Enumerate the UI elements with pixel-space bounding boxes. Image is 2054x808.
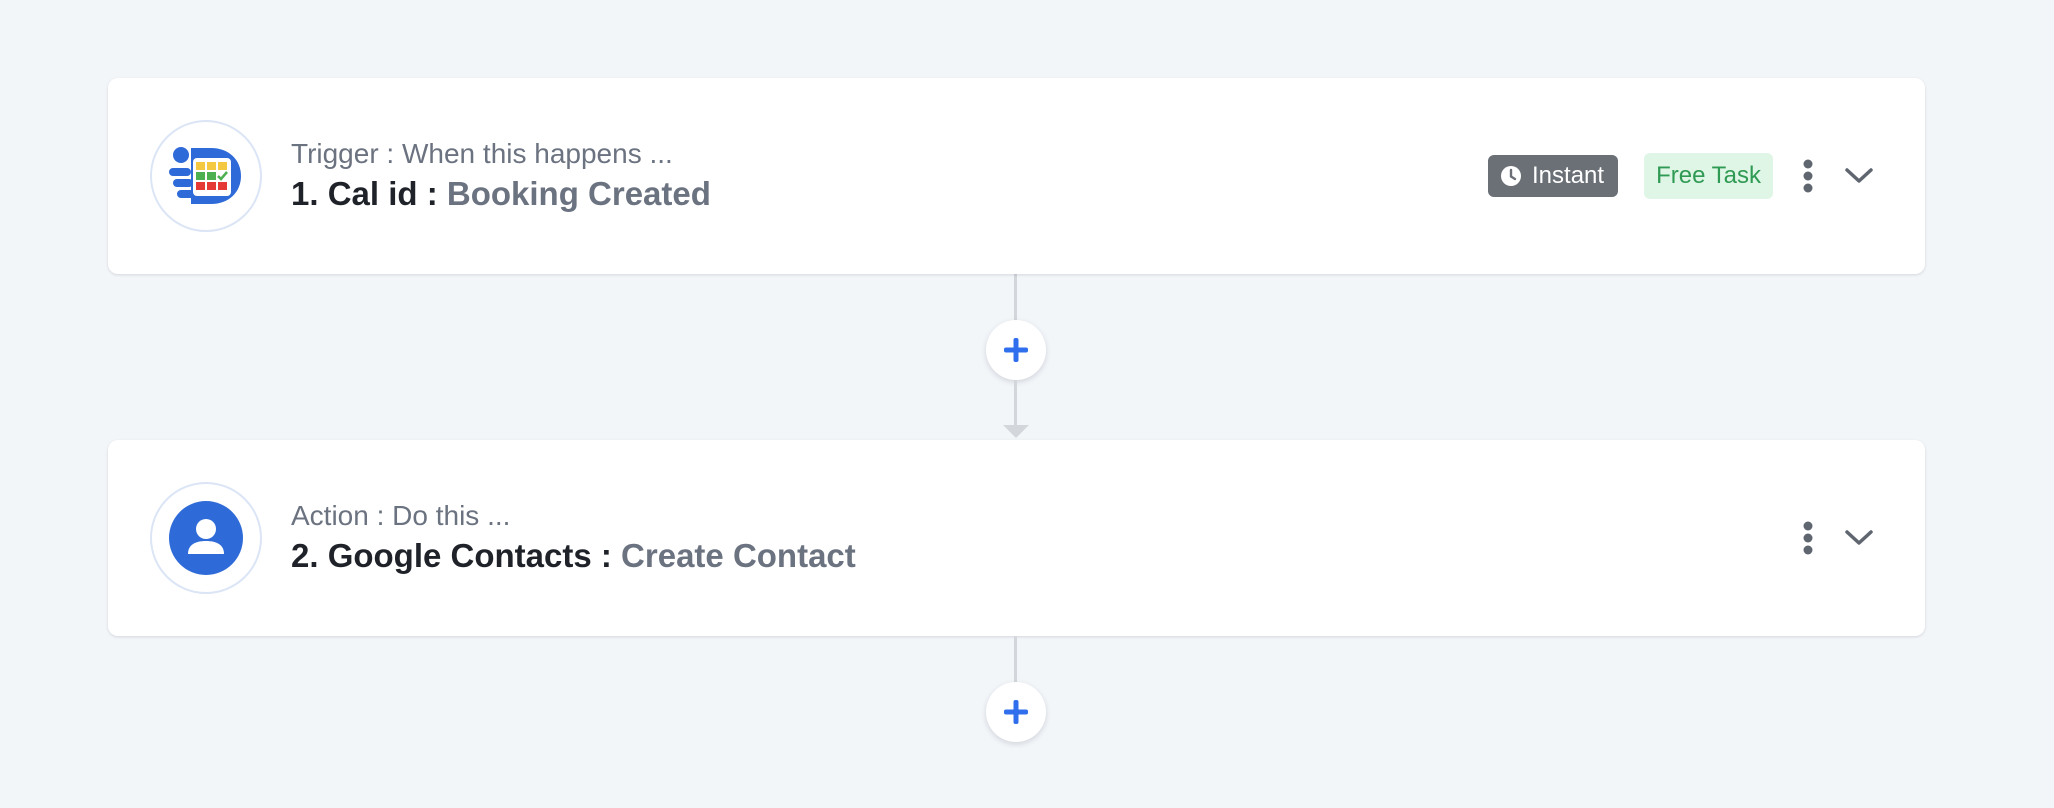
instant-badge-label: Instant	[1532, 162, 1605, 189]
cal-id-logo-icon	[169, 147, 241, 204]
step-type-label: Trigger : When this happens ...	[291, 138, 673, 169]
action-step-card[interactable]: Action : Do this ... 2. Google Contacts …	[108, 440, 1925, 636]
step-app-name: 1. Cal id :	[291, 175, 438, 212]
cal-id-app-icon	[150, 120, 262, 232]
add-step-button[interactable]	[986, 320, 1046, 380]
step-type-label: Action : Do this ...	[291, 500, 511, 531]
plus-icon	[1004, 338, 1028, 362]
plus-icon	[1004, 700, 1028, 724]
clock-icon	[1500, 165, 1522, 187]
connector-line-bottom	[1014, 636, 1017, 684]
google-contacts-logo-icon	[169, 501, 243, 575]
connector-arrow	[1003, 425, 1029, 438]
connector-line-middle	[1014, 380, 1017, 426]
step-event-name: Create Contact	[621, 537, 856, 574]
add-step-button[interactable]	[986, 682, 1046, 742]
more-options-button[interactable]	[1793, 518, 1823, 558]
chevron-down-icon	[1845, 530, 1873, 545]
vertical-dots-icon	[1803, 521, 1813, 555]
vertical-dots-icon	[1803, 159, 1813, 193]
chevron-down-icon	[1845, 168, 1873, 183]
step-title: 2. Google Contacts : Create Contact	[291, 536, 856, 576]
expand-step-button[interactable]	[1839, 156, 1879, 196]
expand-step-button[interactable]	[1839, 518, 1879, 558]
more-options-button[interactable]	[1793, 156, 1823, 196]
google-contacts-app-icon	[150, 482, 262, 594]
instant-badge: Instant	[1488, 155, 1619, 197]
connector-line-top	[1014, 274, 1017, 322]
step-app-name: 2. Google Contacts :	[291, 537, 612, 574]
trigger-step-card[interactable]: Trigger : When this happens ... 1. Cal i…	[108, 78, 1925, 274]
free-task-badge: Free Task	[1644, 153, 1773, 199]
step-title: 1. Cal id : Booking Created	[291, 174, 711, 214]
step-event-name: Booking Created	[446, 175, 711, 212]
